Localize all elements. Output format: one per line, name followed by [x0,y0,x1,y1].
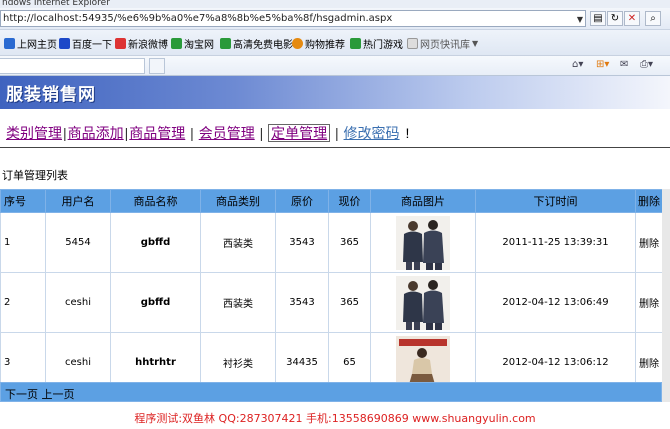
product-image [396,275,450,330]
order-table: 序号 用户名 商品名称 商品类别 原价 现价 商品图片 下订时间 删除 1 54… [0,189,663,393]
col-header: 下订时间 [475,189,636,213]
favorite-link[interactable]: 淘宝网 [171,36,214,51]
favorite-link[interactable]: 高清免费电影 [220,36,293,51]
col-header: 商品图片 [370,189,476,213]
nav-separator: | [63,125,67,141]
col-header: 商品类别 [200,189,276,213]
favorite-link[interactable]: 百度一下 [59,36,112,51]
table-header-row: 序号 用户名 商品名称 商品类别 原价 现价 商品图片 下订时间 删除 [0,189,663,213]
refresh-icon[interactable]: ↻ [607,11,623,26]
cell-product-name: gbffd [110,212,201,273]
feeds-icon[interactable]: ⊞▾ [596,59,609,70]
nav-separator: | [186,125,198,141]
cell-category: 西装类 [200,272,276,333]
nav-trailing: ! [405,125,410,141]
cell-product-name: gbffd [110,272,201,333]
cell-price: 365 [328,272,371,333]
table-row: 2 ceshi gbffd 西装类 3543 365 2012-04-12 13… [0,272,663,333]
favorite-link[interactable]: 购物推荐 [292,36,345,51]
cell-user: ceshi [45,272,111,333]
nav-product-management[interactable]: 商品管理 [129,125,185,141]
favorite-link[interactable]: 新浪微博 [115,36,168,51]
browser-tab[interactable] [0,58,145,74]
new-tab-button[interactable] [149,58,165,74]
page-icon [350,38,361,49]
cell-price: 365 [328,212,371,273]
web-slice-gallery[interactable]: 网页快讯库 ▼ [407,36,478,51]
cell-original-price: 3543 [275,212,329,273]
cell-order-time: 2011-11-25 13:39:31 [475,212,636,273]
col-header: 原价 [275,189,329,213]
page-icon [407,38,418,49]
cell-order-time: 2012-04-12 13:06:49 [475,272,636,333]
delete-link[interactable]: 删除 [635,212,663,273]
scrollbar[interactable] [662,189,670,402]
page-icon [220,38,231,49]
url-text: http://localhost:54935/%e6%9b%a0%e7%a8%8… [3,13,393,24]
pager-bar: 下一页 上一页 [0,382,662,402]
prev-page-link[interactable]: 上一页 [42,388,75,401]
cell-image [370,272,476,333]
col-header: 删除 [635,189,663,213]
cell-user: 5454 [45,212,111,273]
cell-category: 西装类 [200,212,276,273]
search-icon[interactable]: ⌕ [645,11,661,26]
list-title: 订单管理列表 [2,169,68,182]
mail-icon[interactable]: ✉ [620,59,628,70]
col-header: 序号 [0,189,46,213]
chevron-down-icon: ▼ [472,39,479,48]
site-title: 服装销售网 [6,85,96,105]
nav-separator: | [255,125,268,141]
col-header: 用户名 [45,189,111,213]
stop-icon[interactable]: ✕ [624,11,640,26]
col-header: 商品名称 [110,189,201,213]
nav-order-management[interactable]: 定单管理 [268,124,331,142]
admin-nav: 类别管理|商品添加|商品管理 | 会员管理 | 定单管理 | 修改密码! [6,123,409,143]
favorite-link[interactable]: 热门游戏 [350,36,403,51]
cell-image [370,212,476,273]
command-bar: ⌂▾ ⊞▾ ✉ ⎙▾ [0,56,670,76]
favorites-bar: 上网主页 百度一下 新浪微博 淘宝网 高清免费电影 购物推荐 热门游戏 网页快讯… [0,30,670,56]
window-title: ndows Internet Explorer [0,0,670,8]
nav-member-management[interactable]: 会员管理 [199,125,255,141]
pager: 下一页 上一页 [5,386,75,402]
cell-id: 2 [0,272,46,333]
chevron-down-icon[interactable]: ▼ [577,12,583,27]
home-icon[interactable]: ⌂▾ [572,59,583,70]
shopping-icon [292,38,303,49]
table-row: 1 5454 gbffd 西装类 3543 365 2011-11-25 13:… [0,212,663,273]
cell-original-price: 3543 [275,272,329,333]
nav-separator: | [331,125,343,141]
paw-icon [59,38,70,49]
col-header: 现价 [328,189,371,213]
cell-id: 1 [0,212,46,273]
next-page-link[interactable]: 下一页 [5,388,38,401]
compat-view-icon[interactable]: ▤ [590,11,606,26]
page-icon [4,38,15,49]
favorite-link[interactable]: 上网主页 [4,36,57,51]
nav-category-management[interactable]: 类别管理 [6,125,62,141]
print-icon[interactable]: ⎙▾ [640,59,653,70]
delete-link[interactable]: 删除 [635,272,663,333]
nav-change-password[interactable]: 修改密码 [344,125,400,141]
page-icon [115,38,126,49]
product-image [396,215,450,270]
footer-credit: 程序测试:双鱼林 QQ:287307421 手机:13558690869 www… [134,412,536,425]
nav-add-product[interactable]: 商品添加 [68,125,124,141]
nav-separator: | [124,125,129,141]
url-input[interactable]: http://localhost:54935/%e6%9b%a0%e7%a8%8… [0,10,586,27]
address-bar: http://localhost:54935/%e6%9b%a0%e7%a8%8… [0,8,670,30]
site-banner: 服装销售网 [0,76,670,109]
page-icon [171,38,182,49]
divider [0,147,670,148]
